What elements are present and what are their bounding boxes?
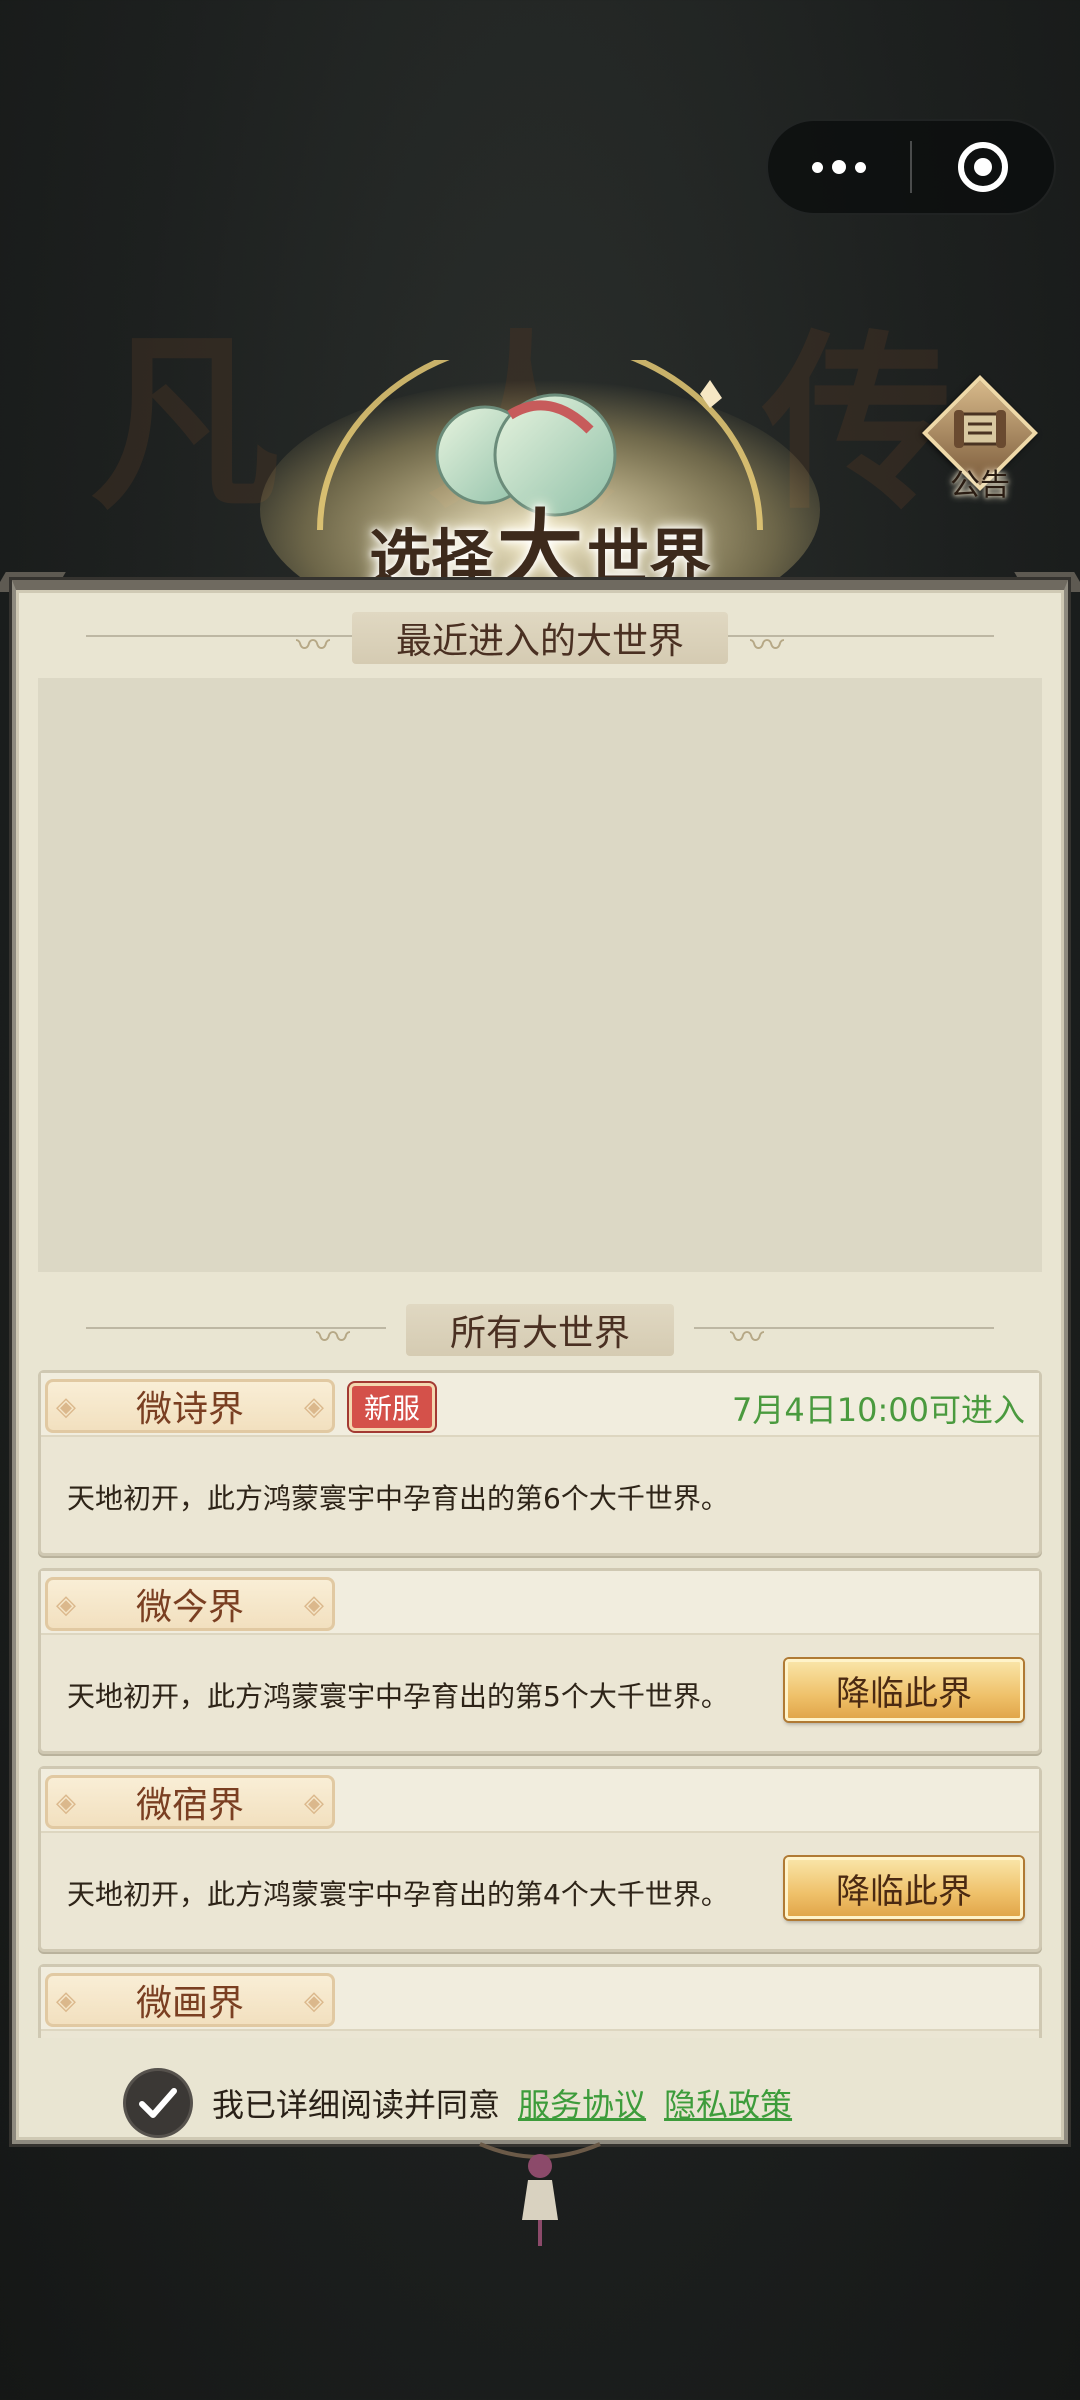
world-description: 天地初开，此方鸿蒙寰宇中孕育出的第5个大千世界。 (67, 1680, 729, 1713)
miniprogram-capsule (766, 119, 1056, 215)
world-card[interactable]: 微今界 天地初开，此方鸿蒙寰宇中孕育出的第5个大千世界。 降临此界 (38, 1568, 1042, 1754)
recent-section-title: 最近进入的大世界 (351, 612, 729, 664)
descend-button[interactable]: 降临此界 (785, 1659, 1023, 1721)
world-select-panel: 〰 〰 最近进入的大世界 〰 〰 所有大世界 微诗界 新服 7月4日10:00可… (12, 580, 1068, 2144)
all-section-header: 〰 〰 所有大世界 (16, 1300, 1064, 1358)
announcement-button[interactable]: 公告 (910, 375, 1050, 506)
world-card-header: 微画界 (41, 1967, 1039, 2031)
new-server-badge: 新服 (349, 1383, 436, 1431)
world-card[interactable]: 微诗界 新服 7月4日10:00可进入 天地初开，此方鸿蒙寰宇中孕育出的第6个大… (38, 1370, 1042, 1556)
cloud-ornament-icon: 〰 (730, 1318, 764, 1358)
agreement-text: 我已详细阅读并同意 (212, 2086, 501, 2124)
world-name: 微今界 (45, 1577, 335, 1631)
hanging-bell-icon (479, 2142, 601, 2246)
open-time-text: 7月4日10:00可进入 (732, 1391, 1025, 1429)
scroll-icon (954, 410, 1006, 448)
cloud-ornament-icon: 〰 (750, 626, 784, 666)
world-name: 微宿界 (45, 1775, 335, 1829)
target-circle-icon (957, 142, 1008, 192)
world-name: 微诗界 (45, 1379, 335, 1433)
dots-icon (812, 160, 866, 174)
agreement-row: 我已详细阅读并同意 服务协议 隐私政策 (126, 2068, 810, 2138)
world-description: 天地初开，此方鸿蒙寰宇中孕育出的第4个大千世界。 (67, 1878, 729, 1911)
close-miniprogram-button[interactable] (912, 119, 1054, 215)
world-card[interactable]: 微宿界 天地初开，此方鸿蒙寰宇中孕育出的第4个大千世界。 降临此界 (38, 1766, 1042, 1952)
descend-button[interactable]: 降临此界 (785, 1857, 1023, 1919)
all-section-title: 所有大世界 (405, 1304, 675, 1356)
cloud-ornament-icon: 〰 (316, 1318, 350, 1358)
world-name: 微画界 (45, 1973, 335, 2027)
more-button[interactable] (768, 119, 910, 215)
all-worlds-list[interactable]: 微诗界 新服 7月4日10:00可进入 天地初开，此方鸿蒙寰宇中孕育出的第6个大… (38, 1370, 1042, 2038)
privacy-policy-link[interactable]: 隐私政策 (664, 2080, 792, 2126)
announcement-label: 公告 (950, 468, 1010, 503)
world-description: 天地初开，此方鸿蒙寰宇中孕育出的第6个大千世界。 (67, 1482, 729, 1515)
world-card-header: 微今界 (41, 1571, 1039, 1635)
checkmark-icon (139, 2088, 177, 2118)
recent-section-header: 〰 〰 最近进入的大世界 (16, 608, 1064, 666)
world-card-header: 微诗界 新服 7月4日10:00可进入 (41, 1373, 1039, 1437)
cloud-ornament-icon: 〰 (296, 626, 330, 666)
agreement-checkbox[interactable] (126, 2071, 190, 2135)
world-card-header: 微宿界 (41, 1769, 1039, 1833)
world-card[interactable]: 微画界 (38, 1964, 1042, 2038)
recent-worlds-list[interactable] (38, 678, 1042, 1272)
service-agreement-link[interactable]: 服务协议 (518, 2080, 646, 2126)
